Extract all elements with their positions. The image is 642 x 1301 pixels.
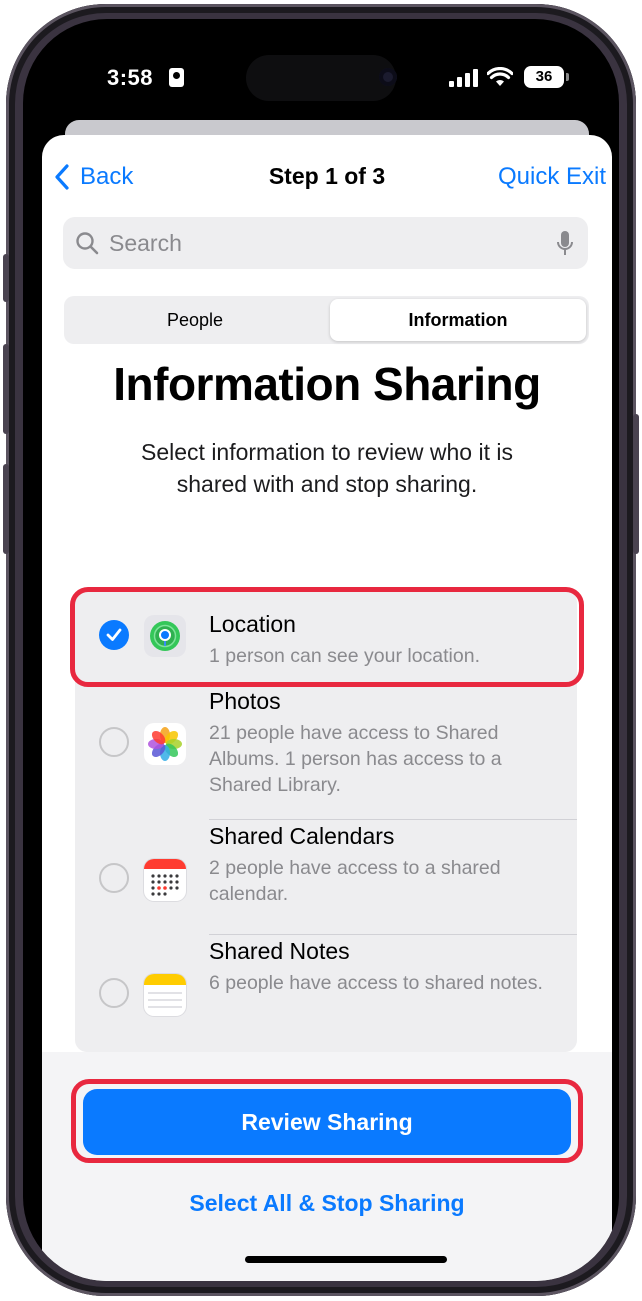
status-bar: 3:58 36 [23,19,619,129]
page-subtitle: Select information to review who it is s… [141,439,513,497]
page-title: Information Sharing [113,358,541,410]
item-name: Photos [209,688,281,714]
notes-icon [144,974,186,1016]
back-button[interactable]: Back [54,163,133,191]
segment-information[interactable]: Information [330,299,586,341]
bottom-action-area [42,1052,612,1281]
microphone-icon[interactable] [556,230,574,258]
list-item-shared-calendars[interactable]: Shared Calendars 2 people have access to… [75,820,577,935]
search-icon [76,232,99,255]
screen: 3:58 36 Back Step 1 of 3 Quick Exit Sear… [23,19,619,1281]
checkbox-unchecked[interactable] [99,863,129,893]
item-description: 1 person can see your location. [209,645,481,667]
segment-people[interactable]: People [67,299,323,341]
list-item-shared-notes[interactable]: Shared Notes 6 people have access to sha… [75,935,577,1052]
select-all-stop-sharing-button[interactable]: Select All & Stop Sharing [42,1190,612,1217]
list-item-photos[interactable]: Photos 21 people have access to Shared A… [75,679,577,820]
side-button [633,414,639,554]
navigation-bar: Back Step 1 of 3 Quick Exit [42,135,612,215]
volume-up-button [3,344,9,434]
contact-card-icon [169,68,184,87]
front-camera [379,68,397,86]
wifi-icon [487,67,513,86]
search-bar [63,217,588,269]
item-name: Location [209,611,296,637]
sheet: Back Step 1 of 3 Quick Exit Search Peopl… [42,135,612,1281]
review-sharing-button[interactable]: Review Sharing [83,1089,571,1155]
home-indicator [245,1256,447,1263]
information-list: Location 1 person can see your location. [75,590,577,1052]
find-my-icon [144,615,186,657]
search-input[interactable] [109,225,529,261]
quick-exit-button[interactable]: Quick Exit [498,163,606,191]
checkmark-icon [106,628,122,641]
checkbox-unchecked[interactable] [99,727,129,757]
phone-frame: 3:58 36 Back Step 1 of 3 Quick Exit Sear… [3,4,639,1296]
cellular-signal-icon [449,69,479,87]
battery-icon: 36 [524,66,569,88]
calendar-icon [144,859,186,901]
photos-icon [144,723,186,765]
dynamic-island [246,55,396,101]
item-name: Shared Calendars [209,823,395,849]
segmented-control: People Information [64,296,589,344]
item-description: 6 people have access to shared notes. [209,972,543,994]
checkbox-checked[interactable] [99,620,129,650]
status-time: 3:58 [107,65,154,90]
item-name: Shared Notes [209,938,350,964]
checkbox-unchecked[interactable] [99,978,129,1008]
chevron-left-icon [55,164,69,190]
action-button [3,254,9,302]
item-description: 21 people have access to Shared Albums. … [209,722,502,796]
list-item-location[interactable]: Location 1 person can see your location. [75,590,577,679]
volume-down-button [3,464,9,554]
item-description: 2 people have access to a shared calenda… [209,857,501,905]
back-label: Back [80,163,134,190]
